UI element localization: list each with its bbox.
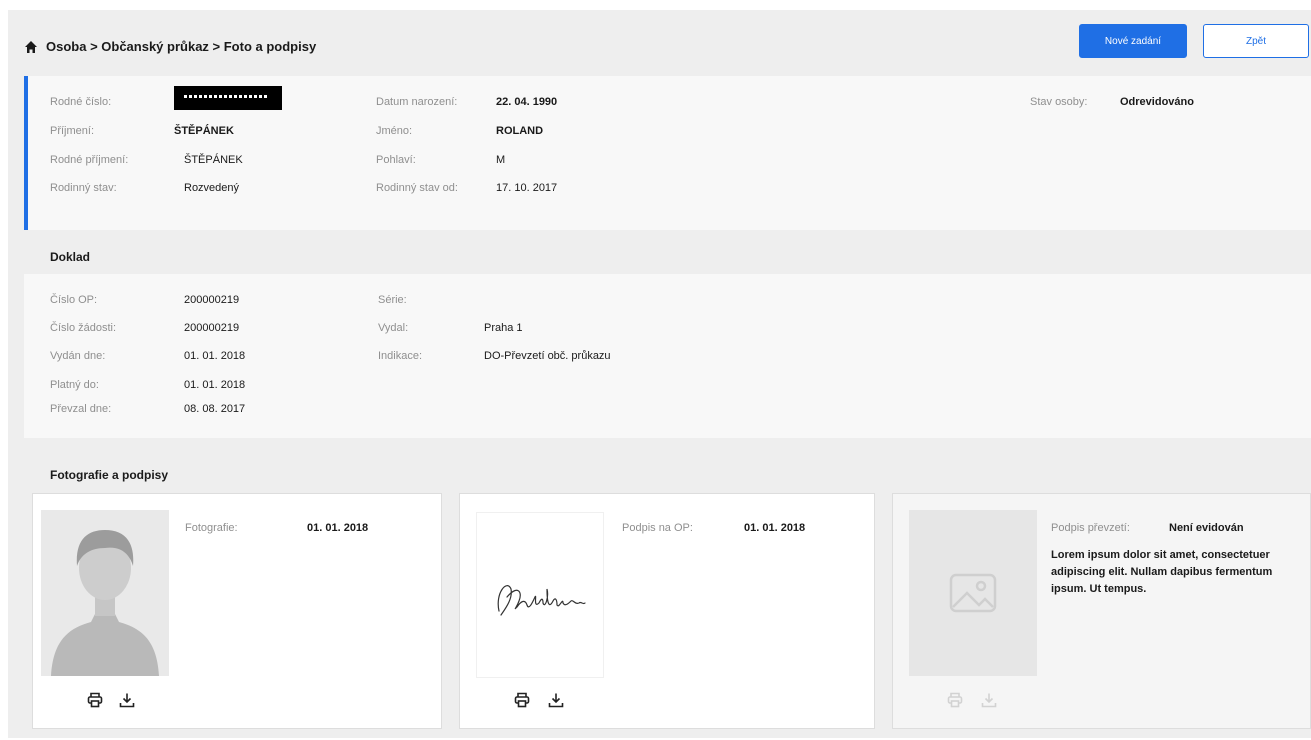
pickup-value: Není evidován <box>1169 522 1244 534</box>
pohlavi-label: Pohlaví: <box>376 154 416 166</box>
datum-narozeni-value: 22. 04. 1990 <box>496 96 558 108</box>
serie-label: Série: <box>378 294 407 306</box>
signature-date: 01. 01. 2018 <box>744 522 806 534</box>
image-placeholder <box>909 510 1037 676</box>
signature-label: Podpis na OP: <box>622 522 693 534</box>
jmeno-label: Jméno: <box>376 125 413 137</box>
prijmeni-value: ŠTĚPÁNEK <box>174 125 234 137</box>
jmeno-value: ROLAND <box>496 125 544 137</box>
prijmeni-label: Příjmení: <box>50 125 95 137</box>
rodne-cislo-redacted <box>174 86 282 110</box>
stav-osoby-label: Stav osoby: <box>1030 96 1088 108</box>
home-icon[interactable] <box>24 40 38 54</box>
image-placeholder-icon <box>949 573 997 613</box>
pickup-note: Lorem ipsum dolor sit amet, consectetuer… <box>1051 549 1273 595</box>
print-photo-icon[interactable] <box>85 690 105 710</box>
cislo-zadosti-value: 200000219 <box>184 322 240 334</box>
photo-date: 01. 01. 2018 <box>307 522 369 534</box>
rodinny-stav-value: Rozvedený <box>184 182 240 194</box>
cislo-op-value: 200000219 <box>184 294 240 306</box>
vydal-value: Praha 1 <box>484 322 523 334</box>
indikace-label: Indikace: <box>378 350 423 362</box>
signature-card: Podpis na OP: 01. 01. 2018 <box>459 493 875 729</box>
photos-section-title: Fotografie a podpisy <box>50 468 169 482</box>
app: Osoba > Občanský průkaz > Foto a podpisy… <box>8 10 1311 738</box>
rodinny-stav-od-label: Rodinný stav od: <box>376 182 458 194</box>
print-signature-icon[interactable] <box>512 690 532 710</box>
rodne-prijmeni-label: Rodné příjmení: <box>50 154 129 166</box>
person-photo <box>41 510 169 676</box>
pickup-label: Podpis převzetí: <box>1051 522 1130 534</box>
vydan-dne-label: Vydán dne: <box>50 350 106 362</box>
top-bar: Osoba > Občanský průkaz > Foto a podpisy… <box>8 10 1311 76</box>
prevzal-dne-value: 08. 08. 2017 <box>184 403 246 415</box>
download-photo-icon[interactable] <box>117 690 137 710</box>
indikace-value: DO-Převzetí obč. průkazu <box>484 350 611 362</box>
signature-scribble-icon <box>497 585 586 616</box>
rodne-prijmeni-value: ŠTĚPÁNEK <box>184 154 243 166</box>
doklad-panel: Číslo OP: 200000219 Číslo žádosti: 20000… <box>24 274 1311 438</box>
print-pickup-icon <box>945 690 965 710</box>
pohlavi-value: M <box>496 154 506 166</box>
vydal-label: Vydal: <box>378 322 409 334</box>
stav-osoby-value: Odrevidováno <box>1120 96 1194 108</box>
photo-card: Fotografie: 01. 01. 2018 <box>32 493 442 729</box>
avatar-silhouette-icon <box>41 510 169 676</box>
vydan-dne-value: 01. 01. 2018 <box>184 350 246 362</box>
rodinny-stav-od-value: 17. 10. 2017 <box>496 182 558 194</box>
platny-do-label: Platný do: <box>50 379 99 391</box>
cislo-op-label: Číslo OP: <box>50 294 98 306</box>
person-panel: Rodné číslo: Příjmení: ŠTĚPÁNEK Rodné př… <box>24 76 1311 230</box>
prevzal-dne-label: Převzal dne: <box>50 403 112 415</box>
photo-label: Fotografie: <box>185 522 238 534</box>
signature-image <box>476 512 604 678</box>
download-pickup-icon <box>979 690 999 710</box>
datum-narozeni-label: Datum narození: <box>376 96 458 108</box>
new-entry-button[interactable]: Nové zadání <box>1079 24 1187 58</box>
doklad-section-title: Doklad <box>50 250 91 264</box>
platny-do-value: 01. 01. 2018 <box>184 379 246 391</box>
pickup-signature-card: Podpis převzetí: Není evidován Lorem ips… <box>892 493 1311 729</box>
breadcrumb: Osoba > Občanský průkaz > Foto a podpisy <box>46 39 317 54</box>
rodinny-stav-label: Rodinný stav: <box>50 182 117 194</box>
download-signature-icon[interactable] <box>546 690 566 710</box>
back-button[interactable]: Zpět <box>1203 24 1309 58</box>
cislo-zadosti-label: Číslo žádosti: <box>50 322 117 334</box>
rodne-cislo-label: Rodné číslo: <box>50 96 112 108</box>
